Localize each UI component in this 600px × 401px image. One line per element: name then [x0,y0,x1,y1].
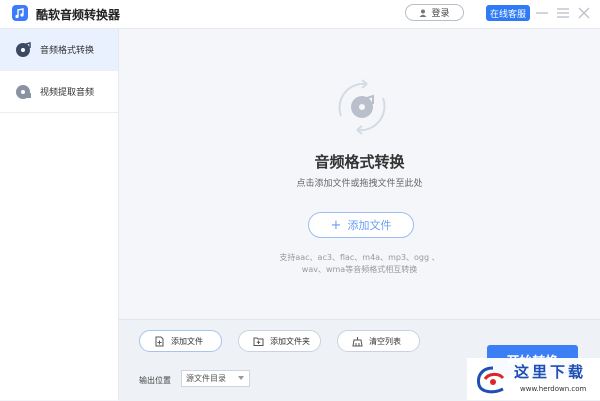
login-label: 登录 [431,9,450,19]
menu-icon[interactable] [556,6,570,20]
app-logo-icon [12,5,28,21]
online-support-button[interactable]: 在线客服 [486,5,530,21]
output-location-label: 输出位置 [139,376,171,385]
sidebar-item-label: 视频提取音频 [40,88,95,98]
audio-convert-icon [338,79,386,135]
output-location-select[interactable]: 源文件目录 [181,370,250,387]
add-folder-button[interactable]: 添加文件夹 [238,330,321,352]
add-file-icon [155,336,164,346]
sidebar-item-audio-convert[interactable]: 音频格式转换 [0,29,118,71]
add-folder-icon [253,337,264,346]
add-file-label: 添加文件 [171,336,203,346]
app-title: 酷软音频转换器 [36,8,121,22]
sidebar-item-label: 音频格式转换 [40,46,95,56]
video-audio-icon [16,84,31,99]
clear-list-button[interactable]: 清空列表 [337,330,420,352]
supported-formats: 支持aac、ac3、flac、m4a、mp3、ogg 、 wav、wma等音频格… [0,252,600,276]
clear-list-label: 清空列表 [369,336,401,346]
plus-icon: + [330,217,342,233]
watermark-logo-icon [477,366,505,394]
minimize-icon[interactable] [535,6,549,20]
add-file-label: 添加文件 [347,219,392,232]
page-title: 音频格式转换 [314,153,405,171]
drop-hint: 点击添加文件或拖拽文件至此处 [296,179,423,189]
watermark-text: 这里下载 [514,363,587,381]
output-location-value: 源文件目录 [186,374,226,383]
add-folder-label: 添加文件夹 [270,336,310,346]
formats-line-1: 支持aac、ac3、flac、m4a、mp3、ogg 、 [279,253,440,262]
add-file-button-center[interactable]: + 添加文件 [308,212,414,238]
sidebar: 音频格式转换 视频提取音频 [0,29,119,400]
watermark-url: www.herdown.com [520,385,587,393]
formats-line-2: wav、wma等音频格式相互转换 [301,265,418,274]
user-icon [419,9,427,17]
close-icon[interactable] [577,6,591,20]
sidebar-item-video-extract[interactable]: 视频提取音频 [0,71,118,113]
add-file-button[interactable]: 添加文件 [139,330,222,352]
audio-disc-icon [16,41,31,57]
broom-icon [352,336,363,346]
chevron-down-icon [238,376,244,380]
login-button[interactable]: 登录 [405,4,464,21]
